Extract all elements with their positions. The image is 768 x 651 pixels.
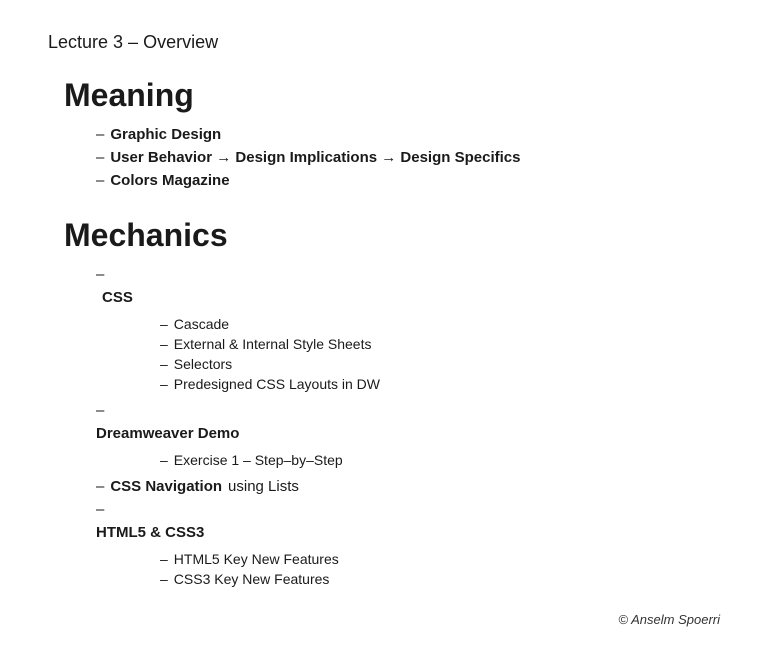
subitem-selectors: Selectors bbox=[160, 356, 380, 372]
css-sublist: Cascade External & Internal Style Sheets… bbox=[160, 316, 380, 396]
meaning-heading: Meaning bbox=[64, 77, 720, 114]
list-item-dreamweaver: Dreamweaver Demo Exercise 1 – Step–by–St… bbox=[96, 402, 720, 472]
subitem-exercise1: Exercise 1 – Step–by–Step bbox=[160, 452, 343, 468]
mechanics-heading: Mechanics bbox=[64, 217, 720, 254]
subitem-css3-features: CSS3 Key New Features bbox=[160, 571, 339, 587]
list-item-html5-css3: HTML5 & CSS3 HTML5 Key New Features CSS3… bbox=[96, 501, 720, 591]
mechanics-section: Mechanics CSS Cascade External & Interna… bbox=[48, 217, 720, 591]
list-item-user-behavior: User Behavior → Design Implications → De… bbox=[96, 149, 720, 166]
mechanics-list: CSS Cascade External & Internal Style Sh… bbox=[96, 266, 720, 591]
lecture-title: Lecture 3 – Overview bbox=[48, 32, 720, 53]
list-item-colors-magazine: Colors Magazine bbox=[96, 172, 720, 189]
graphic-design-label: Graphic Design bbox=[110, 126, 221, 143]
subitem-html5-features: HTML5 Key New Features bbox=[160, 551, 339, 567]
copyright: © Anselm Spoerri bbox=[618, 612, 720, 627]
list-item-css-navigation: CSS Navigation using Lists bbox=[96, 478, 720, 495]
css-navigation-label-bold: CSS Navigation bbox=[110, 478, 222, 495]
subitem-external-internal: External & Internal Style Sheets bbox=[160, 336, 380, 352]
dreamweaver-sublist: Exercise 1 – Step–by–Step bbox=[160, 452, 343, 472]
list-item-css: CSS Cascade External & Internal Style Sh… bbox=[96, 266, 720, 396]
colors-magazine-label: Colors Magazine bbox=[110, 172, 229, 189]
subitem-cascade: Cascade bbox=[160, 316, 380, 332]
list-item-graphic-design: Graphic Design bbox=[96, 126, 720, 143]
meaning-section: Meaning Graphic Design User Behavior → D… bbox=[48, 77, 720, 189]
meaning-list: Graphic Design User Behavior → Design Im… bbox=[96, 126, 720, 189]
dreamweaver-label: Dreamweaver Demo bbox=[96, 425, 239, 442]
subitem-predesigned: Predesigned CSS Layouts in DW bbox=[160, 376, 380, 392]
css-label: CSS bbox=[102, 289, 133, 306]
css-navigation-label-normal: using Lists bbox=[228, 478, 299, 495]
user-behavior-label: User Behavior → Design Implications → De… bbox=[110, 149, 520, 166]
html5-sublist: HTML5 Key New Features CSS3 Key New Feat… bbox=[160, 551, 339, 591]
html5-css3-label: HTML5 & CSS3 bbox=[96, 524, 204, 541]
